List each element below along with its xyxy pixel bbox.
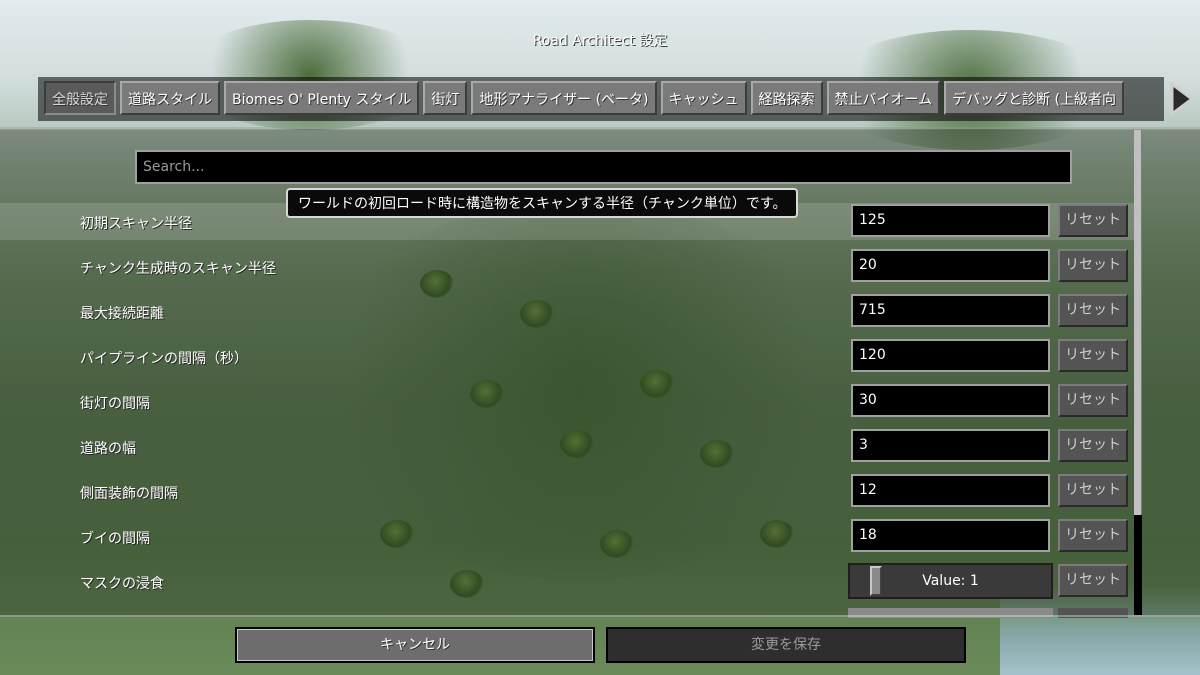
scrollbar-thumb[interactable]	[1134, 130, 1142, 515]
setting-label-buoy-interval: ブイの間隔	[80, 531, 150, 547]
tab-street-lamps[interactable]: 街灯	[423, 81, 468, 115]
tab-forbidden-biomes[interactable]: 禁止バイオーム	[826, 81, 941, 115]
lamp-interval-field[interactable]: 30	[851, 384, 1050, 417]
buoy-interval-field[interactable]: 18	[851, 519, 1050, 552]
reset-button[interactable]: リセット	[1058, 519, 1128, 552]
reset-button[interactable]: リセット	[1058, 249, 1128, 282]
reset-button[interactable]: リセット	[1058, 474, 1128, 507]
tooltip: ワールドの初回ロード時に構造物をスキャンする半径（チャンク単位）です。	[286, 188, 799, 218]
save-changes-button[interactable]: 変更を保存	[606, 627, 966, 663]
initial-scan-radius-field[interactable]: 125	[851, 204, 1050, 237]
setting-label-lamp-interval: 街灯の間隔	[80, 396, 150, 412]
slider-value-label: Value: 1	[922, 573, 979, 589]
tab-bar: 全般設定 道路スタイル Biomes O' Plenty スタイル 街灯 地形ア…	[38, 77, 1164, 121]
window-title: Road Architect 設定	[532, 33, 668, 49]
reset-button[interactable]: リセット	[1058, 294, 1128, 327]
footer-divider	[0, 615, 1200, 617]
setting-label-mask-erosion: マスクの浸食	[80, 576, 164, 592]
tab-terrain-analyzer[interactable]: 地形アナライザー (ベータ)	[471, 81, 657, 115]
setting-label-chunk-scan-radius: チャンク生成時のスキャン半径	[80, 261, 276, 277]
tab-general[interactable]: 全般設定	[44, 81, 116, 115]
setting-label-pipeline-interval: パイプラインの間隔（秒）	[80, 351, 248, 367]
tab-pathfinding[interactable]: 経路探索	[750, 81, 823, 115]
search-input[interactable]: Search...	[135, 150, 1072, 184]
mask-erosion-slider[interactable]: Value: 1	[848, 563, 1053, 599]
reset-button[interactable]: リセット	[1058, 384, 1128, 417]
setting-label-side-decoration-interval: 側面装飾の間隔	[80, 486, 178, 502]
tab-cache[interactable]: キャッシュ	[660, 81, 747, 115]
setting-label-initial-scan-radius: 初期スキャン半径	[80, 216, 192, 232]
tab-biomes-o-plenty-style[interactable]: Biomes O' Plenty スタイル	[224, 81, 420, 115]
reset-button[interactable]: リセット	[1058, 429, 1128, 462]
road-width-field[interactable]: 3	[851, 429, 1050, 462]
pipeline-interval-field[interactable]: 120	[851, 339, 1050, 372]
reset-button[interactable]: リセット	[1058, 339, 1128, 372]
tab-road-style[interactable]: 道路スタイル	[120, 81, 220, 115]
setting-label-road-width: 道路の幅	[80, 441, 136, 457]
reset-button[interactable]: リセット	[1058, 564, 1128, 597]
reset-button[interactable]: リセット	[1058, 204, 1128, 237]
side-decoration-interval-field[interactable]: 12	[851, 474, 1050, 507]
tab-debug-diagnostics[interactable]: デバッグと診断 (上級者向	[944, 81, 1125, 115]
chunk-scan-radius-field[interactable]: 20	[851, 249, 1050, 282]
setting-label-max-connection-distance: 最大接続距離	[80, 306, 164, 322]
scroll-tabs-right-icon[interactable]	[1168, 82, 1196, 116]
slider-handle[interactable]	[870, 566, 882, 596]
max-connection-distance-field[interactable]: 715	[851, 294, 1050, 327]
cancel-button[interactable]: キャンセル	[235, 627, 595, 663]
